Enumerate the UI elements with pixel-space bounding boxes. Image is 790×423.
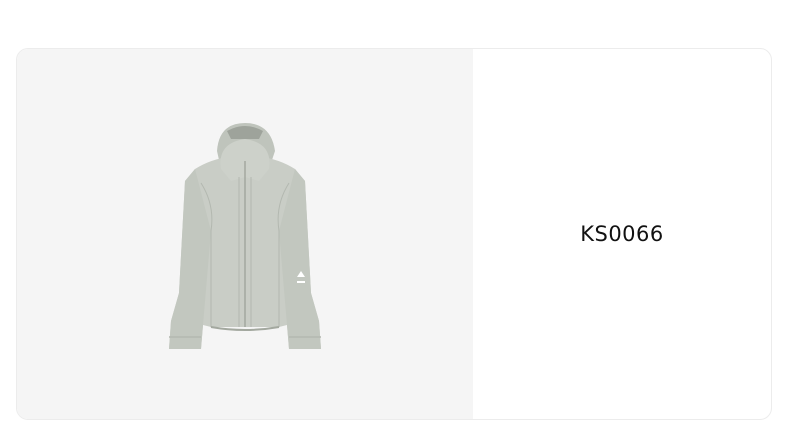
product-card[interactable]: KS0066 (16, 48, 772, 420)
product-image-panel[interactable] (17, 49, 473, 419)
product-code: KS0066 (580, 222, 664, 246)
jacket-image (169, 123, 321, 349)
product-code-panel: KS0066 (473, 49, 771, 419)
